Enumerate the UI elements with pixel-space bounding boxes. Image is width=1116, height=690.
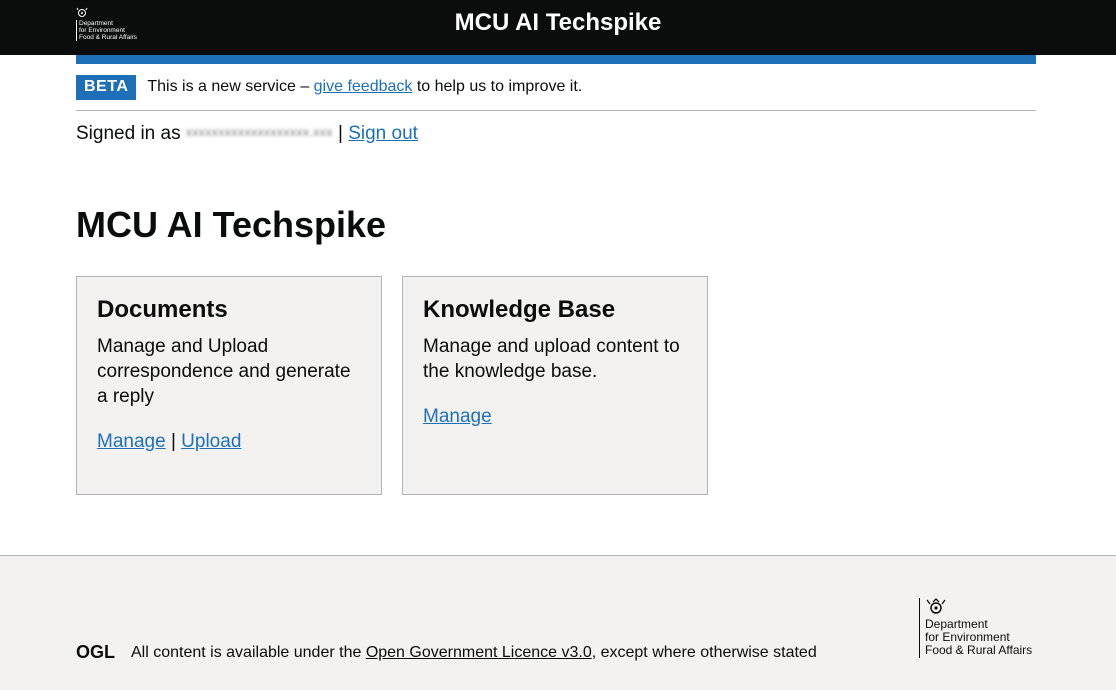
licence-prefix: All content is available under the [131, 644, 366, 661]
open-government-licence-link[interactable]: Open Government Licence v3.0 [366, 644, 592, 661]
knowledge-base-card: Knowledge Base Manage and upload content… [402, 276, 708, 495]
page-title: MCU AI Techspike [76, 204, 387, 245]
documents-card: Documents Manage and Upload corresponden… [76, 276, 382, 495]
ogl-logo-text: OGL [76, 643, 115, 660]
account-status: Signed in as xxxxxxxxxxxxxxxxxxx.xxx | S… [76, 122, 418, 146]
card-description: Manage and Upload correspondence and gen… [97, 336, 351, 407]
beta-tag: BETA [76, 74, 137, 100]
knowledge-base-manage-link[interactable]: Manage [423, 406, 492, 427]
link-separator: | [170, 431, 176, 452]
phase-banner-text: This is a new service – give feedback to… [147, 78, 582, 96]
ogl-logo-icon: OGL [76, 643, 115, 660]
documents-manage-link[interactable]: Manage [97, 431, 166, 452]
card-heading: Knowledge Base [423, 296, 616, 323]
footer-logo-line: Food & Rural Affairs [925, 643, 1033, 657]
phase-text-after: to help us to improve it. [412, 78, 583, 95]
service-name[interactable]: MCU AI Techspike [0, 10, 1116, 36]
footer-logo-text: Department for Environment Food & Rural … [925, 618, 1032, 657]
header-blue-bar [76, 55, 1036, 64]
licence-suffix: , except where otherwise stated [591, 644, 817, 661]
site-header: Department for Environment Food & Rural … [0, 0, 1116, 55]
card-heading: Documents [97, 296, 228, 323]
phase-text-before: This is a new service – [147, 78, 314, 95]
card-links: Manage [423, 404, 687, 429]
sign-out-link[interactable]: Sign out [348, 123, 418, 144]
give-feedback-link[interactable]: give feedback [314, 78, 413, 95]
royal-crest-icon [926, 598, 946, 614]
account-separator: | [337, 123, 343, 144]
defra-footer-logo[interactable]: Department for Environment Food & Rural … [919, 598, 1032, 658]
card-description: Manage and upload content to the knowled… [423, 336, 680, 382]
licence-text: All content is available under the Open … [131, 643, 817, 662]
card-links: Manage | Upload [97, 429, 361, 454]
documents-upload-link[interactable]: Upload [181, 431, 241, 452]
phase-banner: BETA This is a new service – give feedba… [76, 64, 1036, 111]
redacted-email: xxxxxxxxxxxxxxxxxxx.xxx [185, 125, 333, 140]
signed-in-label: Signed in as [76, 123, 181, 144]
site-footer: OGL All content is available under the O… [0, 555, 1116, 690]
